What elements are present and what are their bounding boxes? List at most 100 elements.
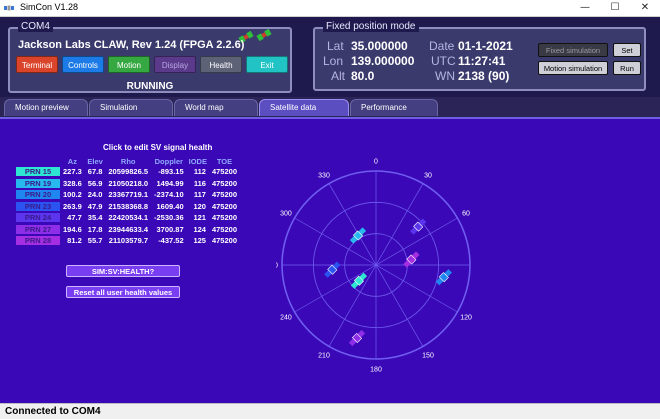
sv-az: 47.7 <box>67 213 82 223</box>
reset-health-button[interactable]: Reset all user health values <box>66 286 180 298</box>
sv-iode: 116 <box>193 178 206 188</box>
utc-value: 11:27:41 <box>458 54 506 68</box>
status-bar: Connected to COM4 <box>0 403 660 419</box>
sv-toe: 475200 <box>211 224 237 234</box>
sky-plot: 0306090120150180210240270300330 <box>276 159 472 374</box>
sv-doppler: -2374.10 <box>154 190 184 200</box>
minimize-button[interactable]: — <box>570 0 600 17</box>
sv-toe: 475200 <box>211 178 237 188</box>
satellite-marker-icon <box>410 218 427 235</box>
alt-label: Alt <box>331 69 346 83</box>
prn-health-button[interactable]: PRN 28 <box>16 236 60 246</box>
lat-label: Lat <box>327 39 344 53</box>
sv-az: 81.2 <box>67 236 82 246</box>
tab-performance[interactable]: Performance <box>350 99 438 116</box>
sv-toe: 475200 <box>211 190 237 200</box>
col-az: Az <box>67 157 77 166</box>
prn-health-button[interactable]: PRN 24 <box>16 213 60 223</box>
prn-health-button[interactable]: PRN 27 <box>16 224 60 234</box>
prn-cell: PRN 19 <box>16 178 60 190</box>
sv-row[interactable]: PRN 20 100.2 24.0 23367719.1 -2374.10 117 4752… <box>16 189 240 201</box>
tab-satellite-data[interactable]: Satellite data <box>259 99 349 116</box>
terminal-button[interactable]: Terminal <box>16 56 58 73</box>
sv-row[interactable]: PRN 24 47.7 35.4 22420534.1 -2530.36 121 47520… <box>16 212 240 224</box>
sv-iode: 121 <box>193 213 206 223</box>
sv-iode: 120 <box>193 201 206 211</box>
azimuth-label: 240 <box>280 315 292 322</box>
motion-button[interactable]: Motion <box>108 56 150 73</box>
sv-az: 263.9 <box>63 201 82 211</box>
lon-label: Lon <box>323 54 344 68</box>
col-rho: Rho <box>120 157 136 166</box>
col-iode: IODE <box>188 157 207 166</box>
fixed-panel-legend: Fixed position mode <box>323 21 419 32</box>
azimuth-label: 150 <box>422 353 434 360</box>
set-button[interactable]: Set <box>613 43 641 57</box>
health-button[interactable]: Health <box>200 56 242 73</box>
azimuth-spoke <box>294 217 377 266</box>
tab-world-map[interactable]: World map <box>174 99 258 116</box>
controls-button[interactable]: Controls <box>62 56 104 73</box>
run-status: RUNNING <box>126 81 174 92</box>
tab-motion-preview[interactable]: Motion preview <box>4 99 88 116</box>
sv-doppler: 3700.87 <box>156 224 184 234</box>
sv-toe: 475200 <box>211 213 237 223</box>
motion-simulation-button[interactable]: Motion simulation <box>538 61 608 75</box>
azimuth-label: 330 <box>318 172 330 179</box>
azimuth-label: 270 <box>276 263 278 270</box>
sv-table: Az Elev Rho Doppler IODE TOE PRN 15 227.3… <box>16 157 240 247</box>
sv-iode: 124 <box>193 224 206 234</box>
date-label: Date <box>429 39 455 53</box>
prn-cell: PRN 27 <box>16 224 60 236</box>
sv-toe: 475200 <box>211 201 237 211</box>
sv-rho: 23944633.4 <box>108 224 149 234</box>
prn-health-button[interactable]: PRN 20 <box>16 190 60 200</box>
col-doppler: Doppler <box>154 157 183 166</box>
sv-az: 328.6 <box>63 178 82 188</box>
prn-health-button[interactable]: PRN 23 <box>16 201 60 211</box>
azimuth-label: 0 <box>374 159 378 166</box>
satellite-marker-icon <box>348 329 366 347</box>
sv-rho: 20599826.5 <box>108 167 149 177</box>
sv-rho: 21103579.7 <box>108 236 149 246</box>
satellite-marker-icon <box>349 227 367 244</box>
sv-toe: 475200 <box>211 167 237 177</box>
run-button[interactable]: Run <box>613 61 641 75</box>
azimuth-spoke <box>375 264 424 347</box>
sv-row[interactable]: PRN 28 81.2 55.7 21103579.7 -437.52 125 475200 <box>16 235 240 247</box>
exit-button[interactable]: Exit <box>246 56 288 73</box>
sv-rho: 22420534.1 <box>108 213 149 223</box>
com-panel: COM4 Jackson Labs CLAW, Rev 1.24 (FPGA 2… <box>8 21 292 93</box>
display-button[interactable]: Display <box>154 56 196 73</box>
satellite-app-icon <box>4 5 14 11</box>
sv-row[interactable]: PRN 27 194.6 17.8 23944633.4 3700.87 124 47520… <box>16 224 240 236</box>
window-title: SimCon V1.28 <box>20 2 79 12</box>
sv-rho: 23367719.1 <box>108 190 149 200</box>
sv-az: 194.6 <box>63 224 82 234</box>
sv-health-hint: Click to edit SV signal health <box>103 143 213 152</box>
sv-row[interactable]: PRN 15 227.3 67.8 20599826.5 -893.15 112 47520… <box>16 166 240 178</box>
title-bar: SimCon V1.28 — ☐ ✕ <box>0 0 660 17</box>
sv-elev: 17.8 <box>87 224 103 234</box>
prn-health-button[interactable]: PRN 15 <box>16 167 60 177</box>
azimuth-label: 120 <box>460 315 472 322</box>
prn-cell: PRN 15 <box>16 166 60 178</box>
sv-az: 227.3 <box>63 167 82 177</box>
col-elev: Elev <box>87 157 103 166</box>
azimuth-label: 60 <box>462 211 470 218</box>
satellite-data-panel: Click to edit SV signal health Az Elev R… <box>0 117 660 403</box>
wn-value: 2138 (90) <box>458 69 510 83</box>
alt-value: 80.0 <box>351 69 375 83</box>
azimuth-label: 210 <box>318 353 330 360</box>
maximize-button[interactable]: ☐ <box>600 0 630 17</box>
fixed-simulation-button[interactable]: Fixed simulation <box>538 43 608 57</box>
tab-simulation[interactable]: Simulation <box>89 99 173 116</box>
prn-health-button[interactable]: PRN 19 <box>16 178 60 188</box>
sv-row[interactable]: PRN 23 263.9 47.9 21538368.8 1609.40 120 47520… <box>16 201 240 213</box>
sv-iode: 117 <box>193 190 206 200</box>
sv-row[interactable]: PRN 19 328.6 56.9 21050218.0 1494.99 116 47520… <box>16 178 240 190</box>
sv-health-query-button[interactable]: SIM:SV:HEALTH? <box>66 265 180 277</box>
sv-az: 100.2 <box>63 190 82 200</box>
close-button[interactable]: ✕ <box>630 0 660 17</box>
date-value: 01-1-2021 <box>458 39 513 53</box>
